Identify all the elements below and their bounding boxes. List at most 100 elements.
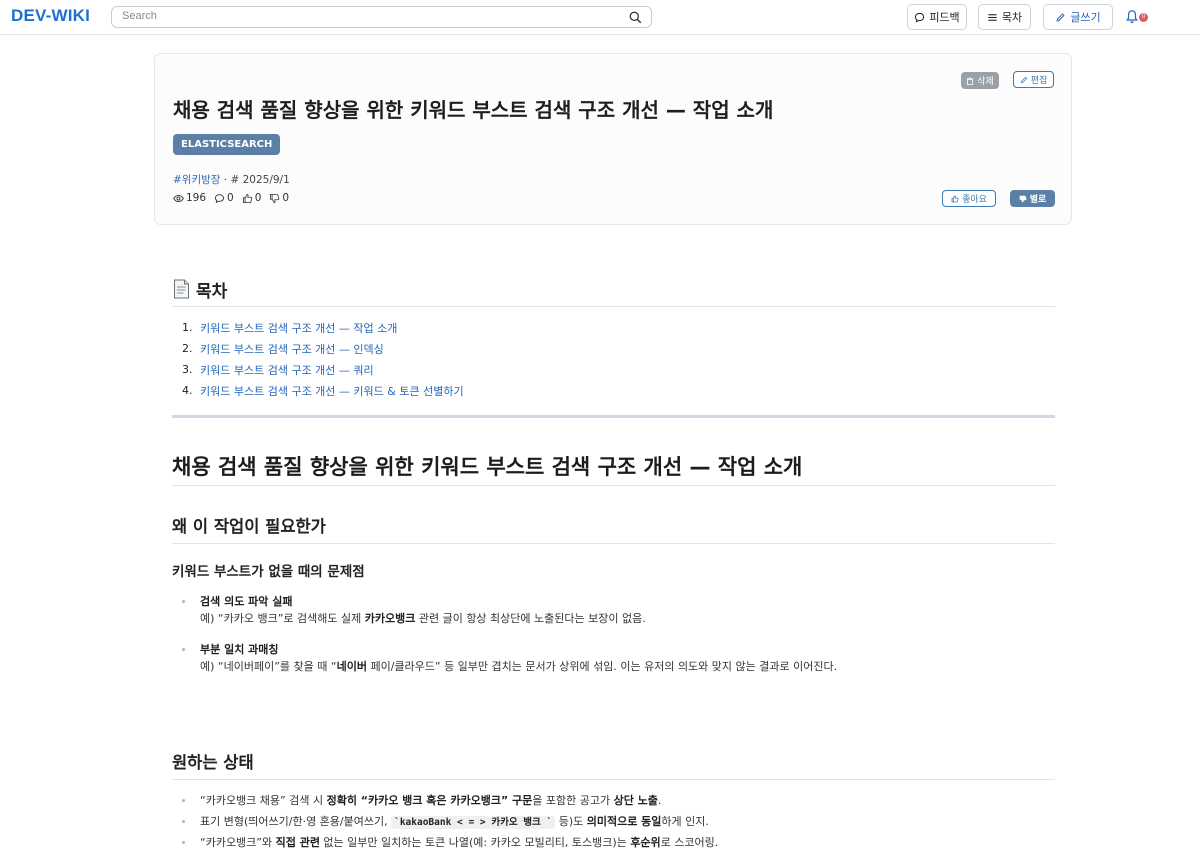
trash-icon: [967, 76, 974, 85]
author-tag[interactable]: #위키방장: [173, 174, 220, 186]
list-item: 검색 의도 파악 실패 예) “카카오 뱅크”로 검색해도 실제 카카오뱅크 관…: [172, 593, 1055, 627]
search-icon[interactable]: [629, 11, 642, 24]
list-item: 부분 일치 과매칭 예) “네이버페이”를 찾을 때 “네이버 페이/클라우드”…: [172, 641, 1055, 675]
feedback-label: 피드백: [929, 11, 960, 24]
problem-list: 검색 의도 파악 실패 예) “카카오 뱅크”로 검색해도 실제 카카오뱅크 관…: [172, 593, 1055, 675]
like-button[interactable]: 좋아요: [942, 190, 996, 207]
pencil-icon: [1056, 12, 1065, 22]
site-logo[interactable]: DEV-WIKI: [11, 6, 90, 26]
comments-stat: 0: [214, 192, 234, 204]
toc-end-divider: [172, 415, 1055, 418]
desired-text: 하게 인지.: [661, 815, 709, 828]
toc-divider: [172, 306, 1055, 307]
desired-list: “카카오뱅크 채용” 검색 시 정확히 “카카오 뱅크 혹은 카카오뱅크” 구문…: [172, 792, 1055, 855]
toc-button[interactable]: 목차: [978, 4, 1031, 30]
notification-badge: 0: [1139, 13, 1148, 22]
desired-text: 을 포함한 공고가: [532, 794, 614, 807]
desired-strong: 후순위: [630, 836, 661, 849]
desired-text: 등)도: [555, 815, 587, 828]
problem-text: 예) “카카오 뱅크”로 검색해도 실제: [200, 612, 365, 625]
toc-item: 2. 키워드 부스트 검색 구조 개선 — 인덱싱: [172, 338, 1055, 359]
document-icon: [174, 279, 189, 299]
thumbs-up-icon: [242, 193, 252, 203]
article-title: 채용 검색 품질 향상을 위한 키워드 부스트 검색 구조 개선 — 작업 소개: [172, 455, 803, 479]
delete-button[interactable]: 삭제: [961, 72, 999, 89]
like-label: 좋아요: [962, 195, 987, 205]
problem-desc: 예) “카카오 뱅크”로 검색해도 실제 카카오뱅크 관련 글이 항상 최상단에…: [200, 610, 1055, 627]
search-box[interactable]: [111, 6, 652, 28]
toc-item-link[interactable]: 키워드 부스트 검색 구조 개선 — 작업 소개: [200, 320, 397, 336]
post-header-card: 삭제 편집 채용 검색 품질 향상을 위한 키워드 부스트 검색 구조 개선 —…: [154, 53, 1072, 225]
list-item: 표기 변형(띄어쓰기/한·영 혼용/붙여쓰기, `kakaoBank < = >…: [172, 813, 1055, 834]
category-badge[interactable]: ELASTICSEARCH: [173, 134, 281, 155]
inline-code: `kakaoBank < = > 카카오 뱅크 `: [391, 816, 556, 829]
desired-strong: 직접 관련: [275, 836, 320, 849]
toc-list: 1. 키워드 부스트 검색 구조 개선 — 작업 소개 2. 키워드 부스트 검색 …: [172, 317, 1055, 401]
dislike-button[interactable]: 별로: [1010, 190, 1055, 207]
post-content: 목차 1. 키워드 부스트 검색 구조 개선 — 작업 소개 2. 키워드 부스트 …: [172, 275, 1055, 855]
edit-button[interactable]: 편집: [1013, 71, 1054, 88]
list-item: “카카오뱅크 채용” 검색 시 정확히 “카카오 뱅크 혹은 카카오뱅크” 구문…: [172, 792, 1055, 813]
chat-icon: [915, 12, 925, 22]
dislikes-count: 0: [282, 192, 290, 204]
desired-heading: 원하는 상태: [172, 753, 254, 772]
desired-text: 로 스코어링.: [660, 836, 719, 849]
problem-text: 관련 글이 항상 최상단에 노출된다는 보장이 없음.: [415, 612, 646, 625]
problem-title: 검색 의도 파악 실패: [200, 595, 293, 608]
likes-stat: 0: [242, 192, 262, 204]
toc-heading: 목차: [172, 275, 1055, 303]
desired-text: 없는 일부만 일치하는 토큰 나열(예: 카카오 모빌리티, 토스뱅크)는: [319, 836, 631, 849]
top-navbar: DEV-WIKI 피드백 목차 글쓰기 0: [0, 0, 1200, 35]
write-button[interactable]: 글쓰기: [1043, 4, 1113, 30]
toc-item-link[interactable]: 키워드 부스트 검색 구조 개선 — 키워드 & 토큰 선별하기: [200, 383, 464, 399]
feedback-button[interactable]: 피드백: [907, 4, 967, 30]
toc-item: 3. 키워드 부스트 검색 구조 개선 — 쿼리: [172, 359, 1055, 380]
problem-text: 페이/클라우드” 등 일부만 겹치는 문서가 상위에 섞임. 이는 유저의 의도…: [366, 660, 838, 673]
thumbs-down-icon: [1019, 195, 1027, 202]
problem-title: 부분 일치 과매칭: [200, 643, 279, 656]
write-label: 글쓰기: [1070, 11, 1101, 24]
problem-strong: 카카오뱅크: [364, 612, 416, 625]
likes-count: 0: [254, 192, 262, 204]
thumbs-up-icon: [951, 195, 959, 202]
title-divider: [172, 485, 1055, 486]
menu-icon: [988, 13, 997, 21]
dislike-label: 별로: [1029, 195, 1047, 205]
thumbs-down-icon: [270, 193, 280, 203]
search-input[interactable]: [122, 10, 602, 22]
problem-strong: 네이버: [336, 660, 367, 673]
why-heading: 왜 이 작업이 필요한가: [172, 517, 326, 536]
post-meta: #위키방장 · # 2025/9/1: [173, 172, 290, 187]
desired-text: 표기 변형(띄어쓰기/한·영 혼용/붙여쓰기,: [200, 815, 392, 828]
toc-heading-text: 목차: [196, 281, 228, 302]
toc-item-link[interactable]: 키워드 부스트 검색 구조 개선 — 인덱싱: [200, 341, 384, 357]
comment-icon: [214, 193, 225, 203]
bell-icon[interactable]: [1125, 9, 1139, 24]
desired-divider: [172, 779, 1055, 780]
problem-desc: 예) “네이버페이”를 찾을 때 “네이버 페이/클라우드” 등 일부만 겹치는…: [200, 658, 1055, 675]
edit-icon: [1020, 76, 1028, 83]
desired-strong: 의미적으로 동일: [586, 815, 662, 828]
toc-item-number: 1.: [182, 321, 193, 334]
dislikes-stat: 0: [269, 192, 289, 204]
toc-item-number: 4.: [182, 384, 193, 397]
toc-item-number: 3.: [182, 363, 193, 376]
toc-button-label: 목차: [1001, 11, 1023, 24]
toc-item-link[interactable]: 키워드 부스트 검색 구조 개선 — 쿼리: [200, 362, 374, 378]
delete-label: 삭제: [977, 77, 994, 87]
toc-item: 4. 키워드 부스트 검색 구조 개선 — 키워드 & 토큰 선별하기: [172, 380, 1055, 401]
desired-strong: 상단 노출: [613, 794, 658, 807]
problem-text: 예) “네이버페이”를 찾을 때 “: [200, 660, 337, 673]
post-date: · # 2025/9/1: [223, 174, 290, 186]
views-stat: 196: [173, 192, 206, 204]
eye-icon: [173, 194, 184, 202]
post-title: 채용 검색 품질 향상을 위한 키워드 부스트 검색 구조 개선 — 작업 소개: [173, 98, 774, 122]
toc-item: 1. 키워드 부스트 검색 구조 개선 — 작업 소개: [172, 317, 1055, 338]
problem-heading: 키워드 부스트가 없을 때의 문제점: [172, 564, 365, 580]
why-divider: [172, 543, 1055, 544]
desired-text: “카카오뱅크”와: [200, 836, 276, 849]
toc-item-number: 2.: [182, 342, 193, 355]
views-count: 196: [186, 192, 207, 204]
desired-text: .: [657, 794, 662, 807]
post-stats: 196 0 0 0: [173, 192, 289, 204]
